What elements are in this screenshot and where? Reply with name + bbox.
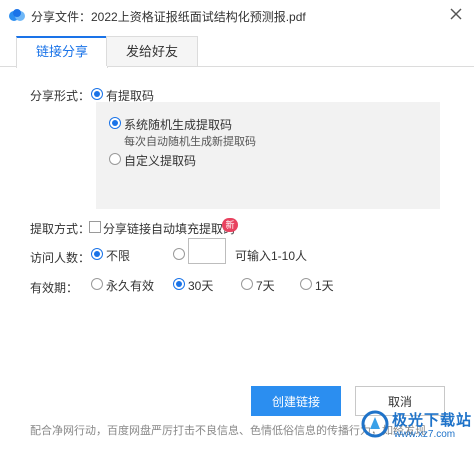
watermark-title: 极光下载站 — [392, 412, 473, 429]
baidu-netdisk-logo-icon — [9, 9, 25, 21]
window-title: 分享文件：2022上资格证报纸面试结构化预测报.pdf — [31, 10, 306, 24]
tab-link-share[interactable]: 链接分享 — [16, 36, 108, 68]
extract-method-label: 提取方式： — [30, 222, 91, 236]
autofill-code-label: 分享链接自动填充提取码 — [103, 222, 236, 236]
random-code-radio[interactable] — [109, 117, 121, 129]
close-icon[interactable] — [448, 6, 464, 22]
validity-7-days-radio[interactable] — [241, 278, 253, 290]
random-code-description: 每次自动随机生成新提取码 — [124, 136, 256, 148]
site-watermark: 极光下载站 www.xz7.com — [360, 405, 473, 447]
validity-label: 有效期： — [30, 281, 79, 295]
visitors-count-input[interactable] — [188, 238, 226, 264]
validity-permanent-radio[interactable] — [91, 278, 103, 290]
visitors-hint: 可输入1-10人 — [235, 249, 308, 263]
validity-30-days-radio[interactable] — [173, 278, 185, 290]
visitors-custom-radio[interactable] — [173, 248, 185, 260]
validity-7-days-label: 7天 — [256, 279, 275, 293]
validity-1-day-radio[interactable] — [300, 278, 312, 290]
validity-30-days-label: 30天 — [188, 279, 214, 293]
tab-send-to-friends[interactable]: 发给好友 — [106, 36, 198, 66]
share-with-code-radio[interactable] — [91, 88, 103, 100]
watermark-logo-icon — [361, 410, 389, 438]
autofill-code-checkbox[interactable] — [89, 221, 101, 233]
title-bar: 分享文件：2022上资格证报纸面试结构化预测报.pdf — [0, 0, 474, 30]
validity-1-day-label: 1天 — [315, 279, 334, 293]
visitors-unlimited-radio[interactable] — [91, 248, 103, 260]
custom-code-radio[interactable] — [109, 153, 121, 165]
validity-permanent-label: 永久有效 — [106, 279, 155, 293]
visitors-label: 访问人数： — [30, 251, 91, 265]
visitors-unlimited-label: 不限 — [106, 249, 131, 263]
watermark-url: www.xz7.com — [394, 429, 456, 440]
random-code-label: 系统随机生成提取码 — [124, 118, 233, 132]
new-badge: 新 — [222, 218, 238, 232]
tab-bar: 链接分享 发给好友 — [0, 30, 474, 68]
share-form-label: 分享形式： — [30, 89, 91, 103]
create-link-button[interactable]: 创建链接 — [251, 386, 341, 416]
custom-code-label: 自定义提取码 — [124, 154, 197, 168]
